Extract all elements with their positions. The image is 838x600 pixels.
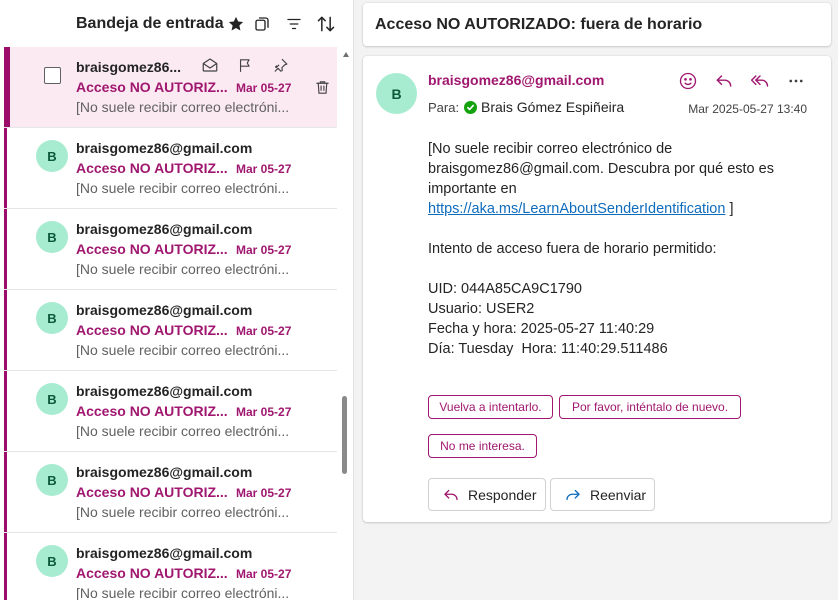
message-list-pane: Bandeja de entrada braisgomez86... Acceso…: [0, 0, 354, 600]
message-preview: [No suele recibir correo electróni...: [76, 342, 290, 358]
message-list-item[interactable]: Bbraisgomez86@gmail.com Acceso NO AUTORIZ…: [4, 371, 337, 452]
notice-line: [No suele recibir correo electrónico de: [428, 141, 673, 157]
suggested-reply-chip[interactable]: No me interesa.: [428, 434, 537, 458]
forward-button[interactable]: Reenviar: [550, 478, 655, 511]
unread-indicator: [4, 533, 7, 600]
sender-name: braisgomez86@gmail.com: [76, 140, 253, 156]
sender-avatar[interactable]: B: [36, 383, 68, 415]
unread-indicator: [4, 47, 10, 127]
message-date: Mar 05-27: [236, 243, 292, 257]
recipient-name[interactable]: Brais Gómez Espiñeira: [481, 99, 624, 115]
notice-line: braisgomez86@gmail.com. Descubra por qué…: [428, 161, 774, 177]
copy-icon[interactable]: [250, 12, 274, 36]
subject-header: Acceso NO AUTORIZADO: fuera de horario: [363, 3, 831, 46]
reply-icon[interactable]: [712, 69, 736, 93]
message-subject-preview: Acceso NO AUTORIZ...: [76, 79, 228, 95]
unread-indicator: [4, 209, 7, 289]
verified-check-icon: [464, 101, 477, 114]
notice-line: importante en: [428, 181, 517, 197]
delete-icon[interactable]: [312, 77, 332, 97]
forward-button-label: Reenviar: [590, 486, 647, 503]
outlook-app: Bandeja de entrada braisgomez86... Acceso…: [0, 0, 838, 600]
suggested-reply-chip[interactable]: Por favor, inténtalo de nuevo.: [559, 395, 741, 419]
forward-icon: [566, 489, 580, 500]
uid-line: UID: 044A85CA9C1790: [428, 281, 582, 297]
user-line: Usuario: USER2: [428, 301, 535, 317]
sender-avatar[interactable]: B: [36, 464, 68, 496]
emoji-reaction-icon[interactable]: [676, 69, 700, 93]
suggested-reply-chip[interactable]: Vuelva a intentarlo.: [428, 395, 553, 419]
select-checkbox[interactable]: [44, 67, 61, 84]
message-list-item[interactable]: Bbraisgomez86@gmail.com Acceso NO AUTORIZ…: [4, 533, 337, 600]
reply-button-label: Responder: [468, 486, 537, 503]
reply-all-icon[interactable]: [748, 69, 772, 93]
sender-identification-link[interactable]: https://aka.ms/LearnAboutSenderIdentific…: [428, 201, 725, 217]
sender-name: braisgomez86@gmail.com: [76, 302, 253, 318]
scroll-up-arrow[interactable]: [343, 52, 349, 57]
message-subject-preview: Acceso NO AUTORIZ...: [76, 565, 228, 581]
sender-name: braisgomez86@gmail.com: [76, 545, 253, 561]
message-subject-preview: Acceso NO AUTORIZ...: [76, 484, 228, 500]
sender-avatar[interactable]: B: [36, 302, 68, 334]
star-icon[interactable]: [224, 12, 248, 36]
sender-avatar[interactable]: B: [376, 73, 417, 114]
intro-text: Intento de acceso fuera de horario permi…: [428, 241, 717, 257]
message-date: Mar 05-27: [236, 162, 292, 176]
pin-icon[interactable]: [270, 55, 290, 75]
reply-icon: [444, 489, 458, 500]
message-subject: Acceso NO AUTORIZADO: fuera de horario: [375, 16, 703, 33]
message-list-item[interactable]: Bbraisgomez86@gmail.com Acceso NO AUTORIZ…: [4, 209, 337, 290]
message-preview: [No suele recibir correo electróni...: [76, 180, 290, 196]
message-list-item[interactable]: Bbraisgomez86@gmail.com Acceso NO AUTORIZ…: [4, 290, 337, 371]
notice-close-bracket: ]: [725, 201, 734, 217]
message-subject-preview: Acceso NO AUTORIZ...: [76, 160, 228, 176]
list-header: Bandeja de entrada: [0, 0, 353, 47]
list-scrollbar[interactable]: [337, 47, 353, 600]
unread-indicator: [4, 371, 7, 451]
message-list-item[interactable]: braisgomez86... Acceso NO AUTORIZ... Mar 0…: [4, 47, 337, 128]
unread-indicator: [4, 290, 7, 370]
message-preview: [No suele recibir correo electróni...: [76, 99, 290, 115]
filter-icon[interactable]: [282, 12, 306, 36]
sender-name: braisgomez86@gmail.com: [76, 221, 253, 237]
message-subject-preview: Acceso NO AUTORIZ...: [76, 403, 228, 419]
more-options-icon[interactable]: [784, 69, 808, 93]
sort-icon[interactable]: [314, 12, 338, 36]
message-date: Mar 05-27: [236, 405, 292, 419]
message-preview: [No suele recibir correo electróni...: [76, 504, 290, 520]
sender-name: braisgomez86@gmail.com: [76, 383, 253, 399]
to-label: Para:: [428, 100, 460, 115]
message-date: Mar 05-27: [236, 81, 292, 95]
sender-name: braisgomez86...: [76, 59, 182, 75]
message-preview: [No suele recibir correo electróni...: [76, 423, 290, 439]
datetime-line: Fecha y hora: 2025-05-27 11:40:29: [428, 321, 655, 337]
message-date: Mar 05-27: [236, 324, 292, 338]
message-preview: [No suele recibir correo electróni...: [76, 261, 290, 277]
message-body: [No suele recibir correo electrónico de …: [428, 139, 808, 359]
unread-indicator: [4, 452, 7, 532]
message-preview: [No suele recibir correo electróni...: [76, 585, 290, 600]
mark-as-read-icon[interactable]: [200, 55, 220, 75]
sender-address[interactable]: braisgomez86@gmail.com: [428, 72, 604, 88]
sender-avatar[interactable]: B: [36, 221, 68, 253]
folder-title: Bandeja de entrada: [76, 15, 224, 32]
message-list-item[interactable]: Bbraisgomez86@gmail.com Acceso NO AUTORIZ…: [4, 452, 337, 533]
reply-button[interactable]: Responder: [428, 478, 546, 511]
message-subject-preview: Acceso NO AUTORIZ...: [76, 241, 228, 257]
notice-link-line: https://aka.ms/LearnAboutSenderIdentific…: [428, 199, 808, 219]
unread-indicator: [4, 128, 7, 208]
message-list-item[interactable]: Bbraisgomez86@gmail.com Acceso NO AUTORIZ…: [4, 128, 337, 209]
message-date: Mar 05-27: [236, 567, 292, 581]
sender-avatar[interactable]: B: [36, 140, 68, 172]
message-date: Mar 2025-05-27 13:40: [688, 102, 807, 116]
day-time-line: Día: Tuesday Hora: 11:40:29.511486: [428, 341, 668, 357]
flag-icon[interactable]: [235, 55, 255, 75]
scrollbar-thumb[interactable]: [342, 396, 347, 474]
sender-name: braisgomez86@gmail.com: [76, 464, 253, 480]
message-card: B braisgomez86@gmail.com Para: Brais Góm…: [363, 56, 831, 522]
message-date: Mar 05-27: [236, 486, 292, 500]
sender-avatar[interactable]: B: [36, 545, 68, 577]
message-subject-preview: Acceso NO AUTORIZ...: [76, 322, 228, 338]
